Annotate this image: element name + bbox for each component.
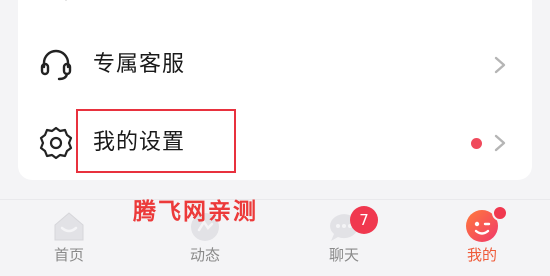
home-icon xyxy=(54,212,84,241)
tab-profile[interactable]: 我的 xyxy=(427,200,537,276)
headset-icon xyxy=(40,49,72,81)
annotation-highlight-box xyxy=(76,109,236,173)
tab-home[interactable]: 首页 xyxy=(14,200,124,276)
chevron-right-icon xyxy=(494,56,506,74)
tab-label: 聊天 xyxy=(328,246,359,264)
tab-label: 动态 xyxy=(189,246,220,264)
menu-item-label: 专属客服 xyxy=(93,52,186,77)
bottom-tab-bar: 首页 动态 聊天 我的 xyxy=(0,199,550,276)
notification-dot xyxy=(471,138,482,149)
gear-icon xyxy=(39,126,73,160)
tab-chat[interactable]: 聊天 xyxy=(289,200,399,276)
menu-item-customer-service[interactable]: 专属客服 xyxy=(18,30,532,100)
profile-notification-dot xyxy=(492,205,508,221)
chevron-right-icon xyxy=(494,134,506,152)
tab-label: 我的 xyxy=(466,246,497,264)
tab-label: 首页 xyxy=(53,246,84,264)
watermark-text: 腾飞网亲测 xyxy=(133,199,258,225)
chat-unread-badge: 7 xyxy=(350,206,378,234)
partial-row-icon xyxy=(65,0,67,1)
